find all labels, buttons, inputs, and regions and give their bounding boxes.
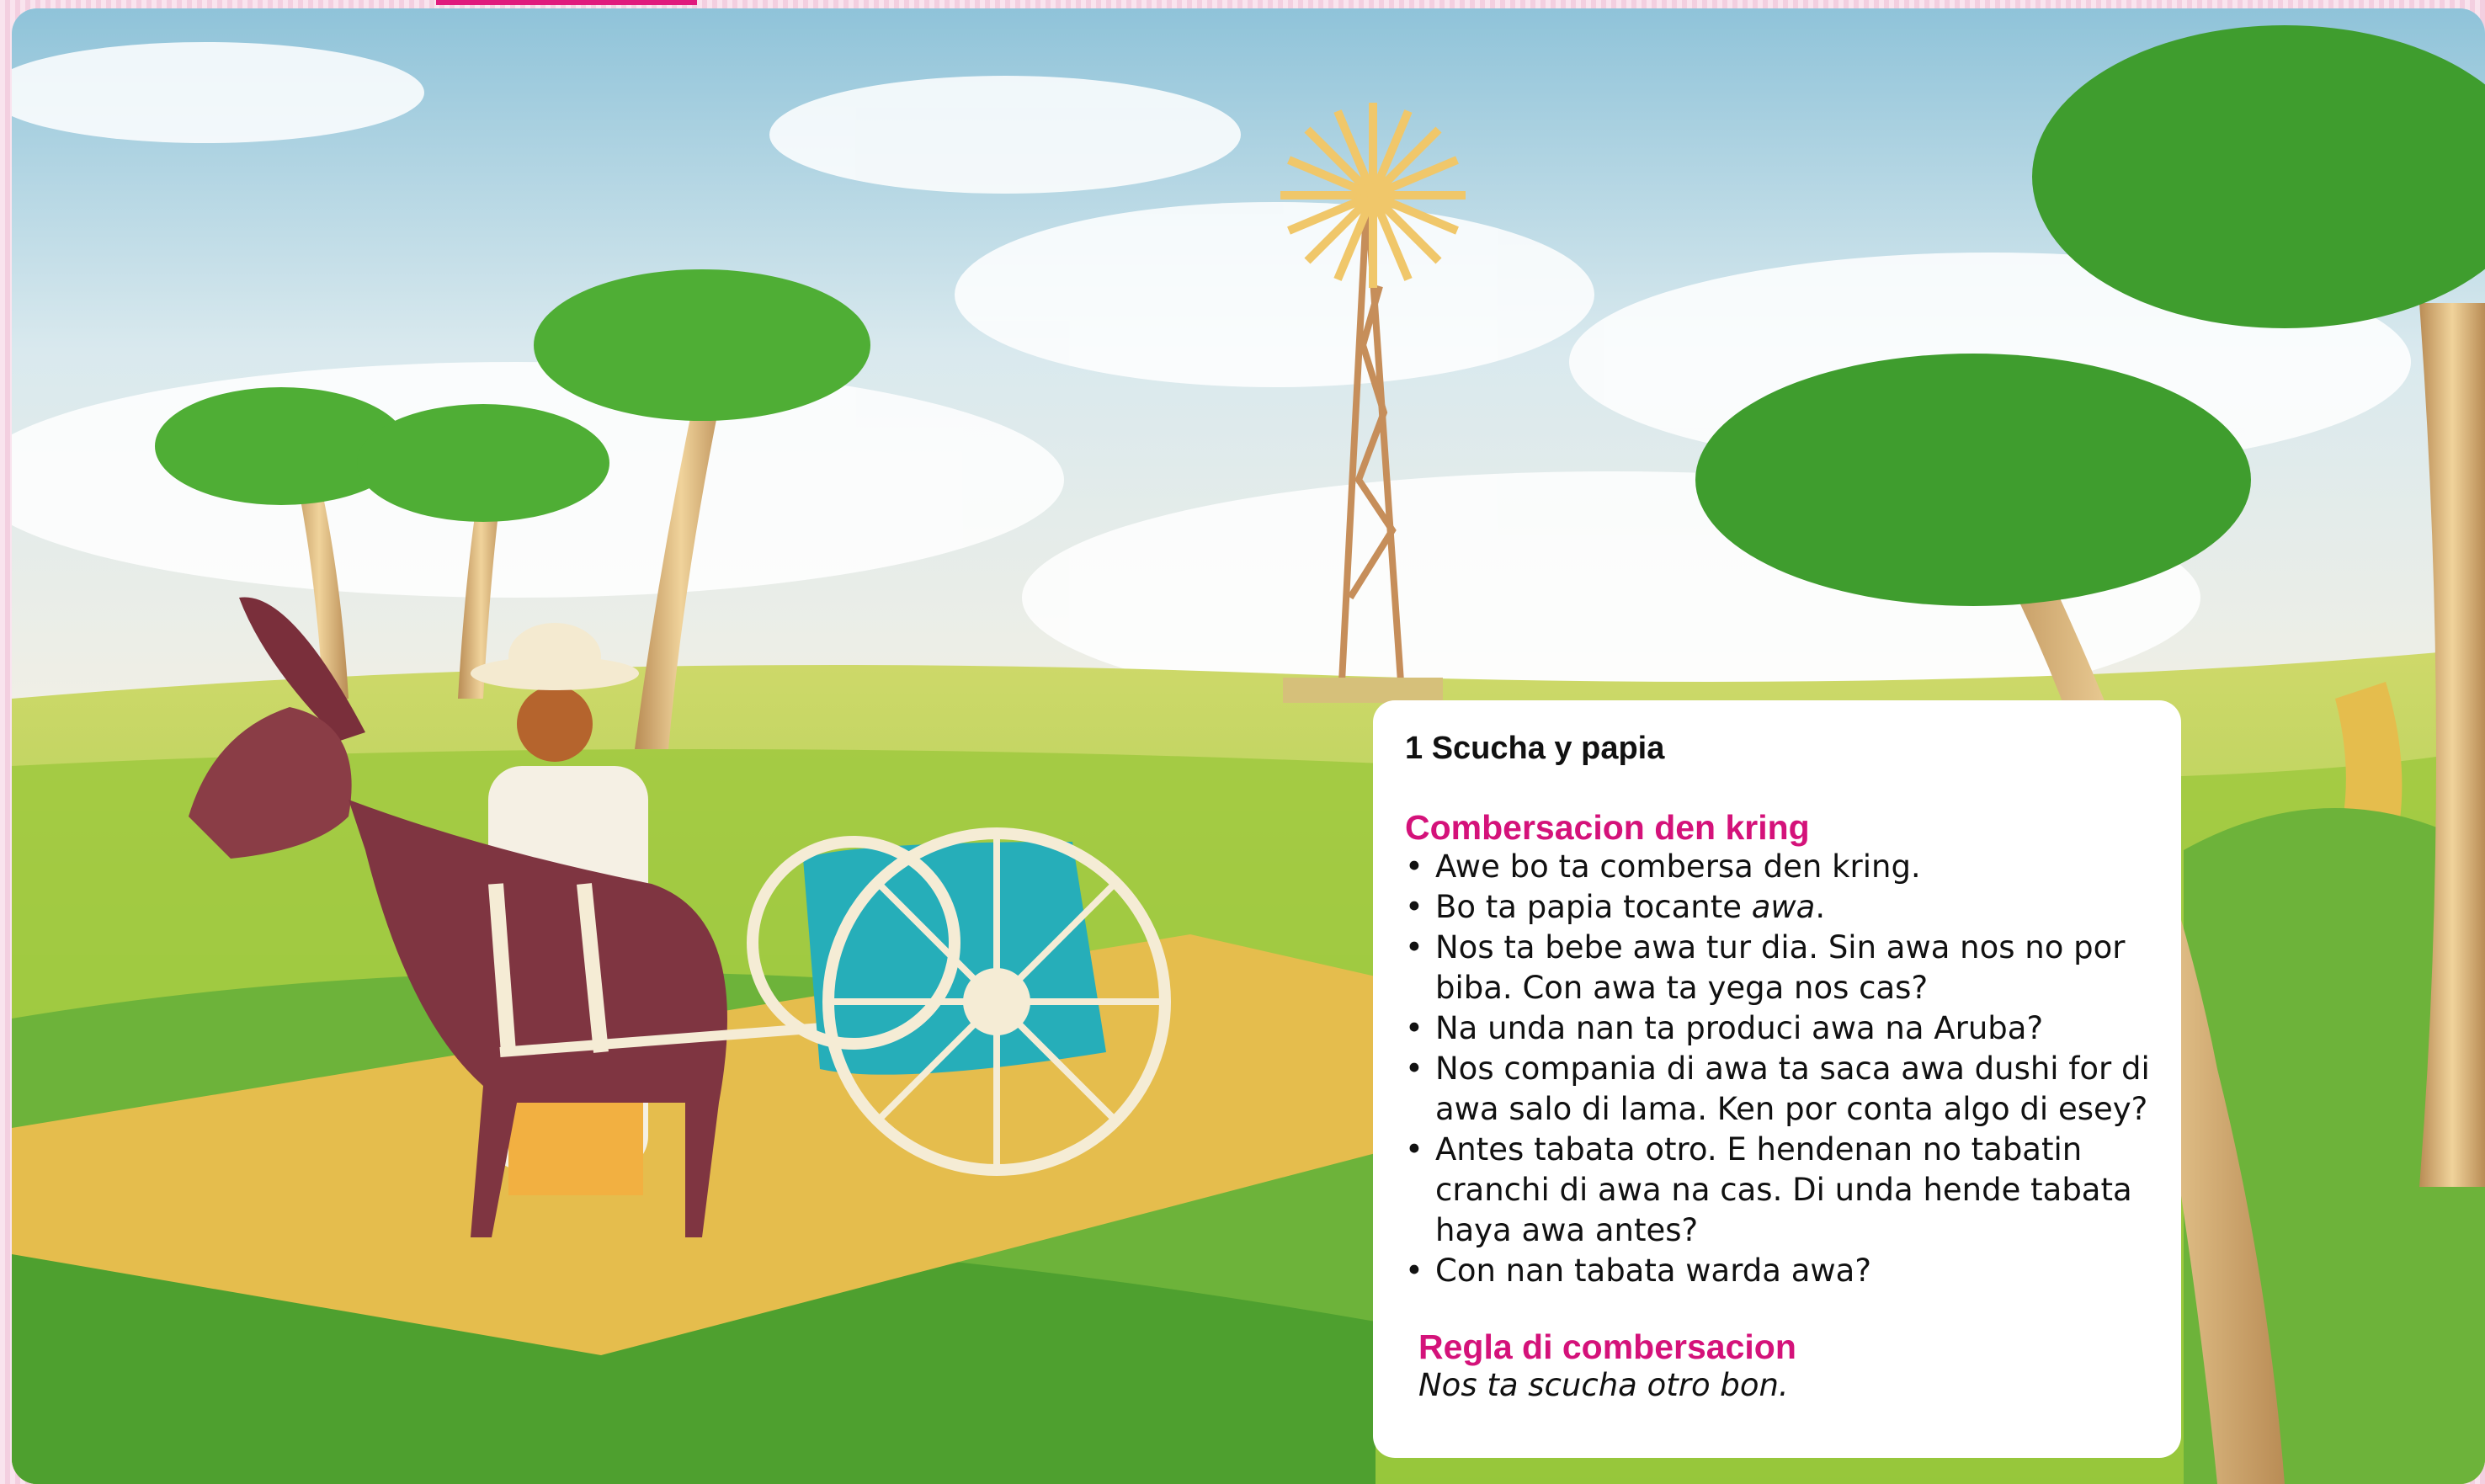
discussion-list: Awe bo ta combersa den kring. Bo ta papi…	[1405, 847, 2163, 1291]
list-item: Na unda nan ta produci awa na Aruba?	[1405, 1008, 2163, 1049]
section-heading-rules: Regla di combersacion	[1418, 1327, 1796, 1366]
list-item-emphasis: awa	[1751, 889, 1816, 925]
list-item: Nos ta bebe awa tur dia. Sin awa nos no …	[1405, 928, 2163, 1008]
section-heading-conversation: Combersacion den kring	[1405, 808, 1810, 847]
exercise-title: 1 Scucha y papia	[1405, 731, 1665, 766]
list-item-punctuation: .	[1815, 889, 1826, 925]
conversation-card: 1 Scucha y papia Combersacion den kring …	[1373, 700, 2181, 1458]
list-item: Nos compania di awa ta saca awa dushi fo…	[1405, 1049, 2163, 1130]
list-item: Awe bo ta combersa den kring.	[1405, 847, 2163, 887]
list-item: Con nan tabata warda awa?	[1405, 1251, 2163, 1291]
pink-tab-marker	[436, 0, 697, 5]
list-item: Bo ta papia tocante awa.	[1405, 887, 2163, 928]
conversation-rule: Nos ta scucha otro bon.	[1418, 1367, 1789, 1403]
illustration-frame: 1 Scucha y papia Combersacion den kring …	[12, 8, 2485, 1484]
list-item: Antes tabata otro. E hendenan no tabatin…	[1405, 1130, 2163, 1251]
list-item-text: Bo ta papia tocante	[1435, 889, 1752, 925]
